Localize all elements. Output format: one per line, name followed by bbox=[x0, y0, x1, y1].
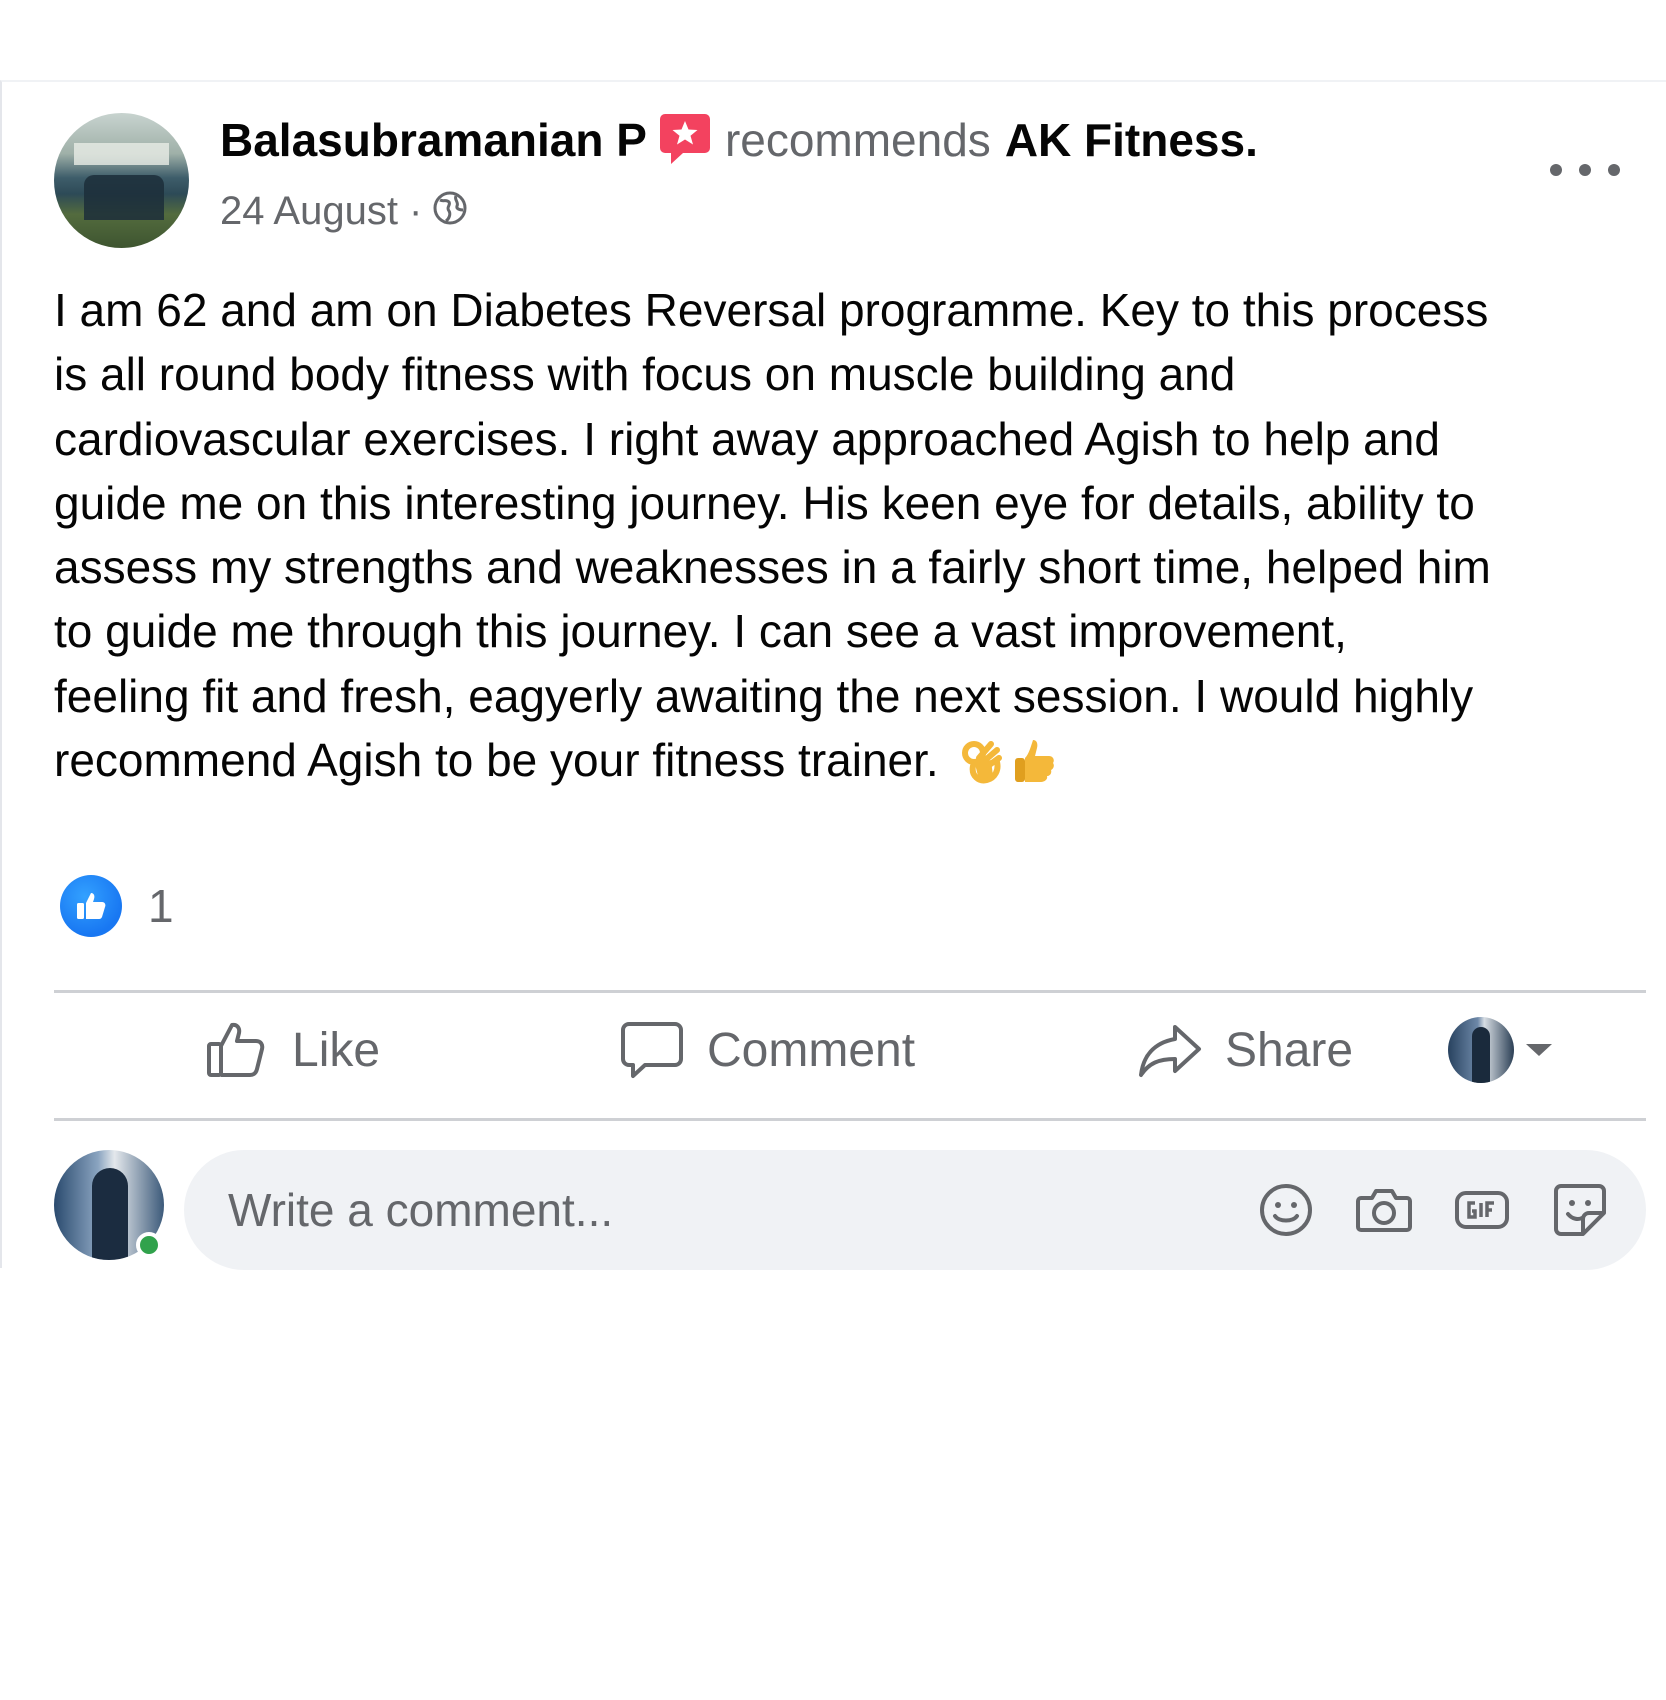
comment-bubble-icon bbox=[621, 1022, 683, 1078]
like-button[interactable]: Like bbox=[204, 1010, 380, 1090]
divider-bottom bbox=[54, 1118, 1646, 1121]
avatar-photo-building bbox=[74, 143, 169, 165]
thumbs-up-outline-icon bbox=[207, 1022, 265, 1077]
globe-icon[interactable] bbox=[432, 190, 468, 236]
recommend-star-icon bbox=[659, 112, 711, 177]
reaction-count: 1 bbox=[148, 880, 174, 932]
thumbs-up-emoji bbox=[1011, 736, 1059, 784]
more-dot bbox=[1579, 164, 1591, 176]
action-bar: Like Comment Share bbox=[54, 1010, 1646, 1090]
post-body: I am 62 and am on Diabetes Reversal prog… bbox=[54, 278, 1654, 792]
share-button[interactable]: Share bbox=[1137, 1010, 1353, 1090]
post-meta: 24 August · bbox=[220, 188, 468, 234]
more-dot bbox=[1608, 164, 1620, 176]
like-label: Like bbox=[292, 1023, 381, 1077]
avatar-figure bbox=[1472, 1027, 1490, 1083]
profile-avatar-small bbox=[1448, 1017, 1514, 1083]
chevron-down-icon bbox=[1526, 1044, 1552, 1056]
ok-hand-emoji bbox=[957, 736, 1005, 784]
post-header: Balasubramanian P recommends AK Fitness. bbox=[220, 112, 1258, 168]
gif-icon[interactable] bbox=[1450, 1178, 1514, 1242]
share-label: Share bbox=[1225, 1023, 1354, 1077]
comment-label: Comment bbox=[707, 1023, 916, 1077]
like-icon bbox=[60, 875, 122, 937]
online-status-dot bbox=[136, 1232, 162, 1258]
comment-button[interactable]: Comment bbox=[619, 1010, 915, 1090]
more-dot bbox=[1550, 164, 1562, 176]
recommends-text: recommends bbox=[724, 114, 991, 166]
emoji-icon[interactable] bbox=[1254, 1178, 1318, 1242]
share-arrow-icon bbox=[1139, 1025, 1201, 1077]
reaction-summary[interactable]: 1 bbox=[60, 875, 174, 937]
commenter-avatar[interactable] bbox=[54, 1150, 164, 1260]
avatar-photo-people bbox=[84, 175, 164, 220]
post-body-text: I am 62 and am on Diabetes Reversal prog… bbox=[54, 284, 1491, 787]
divider-top bbox=[54, 990, 1646, 993]
sticker-icon[interactable] bbox=[1548, 1178, 1612, 1242]
camera-icon[interactable] bbox=[1352, 1178, 1416, 1242]
comment-composer bbox=[184, 1150, 1646, 1270]
audience-selector[interactable] bbox=[1448, 1010, 1552, 1090]
post-date[interactable]: 24 August · bbox=[220, 189, 422, 234]
more-options-icon[interactable] bbox=[1550, 150, 1620, 190]
comment-input[interactable] bbox=[226, 1182, 1254, 1238]
author-name[interactable]: Balasubramanian P bbox=[220, 113, 647, 167]
avatar-figure bbox=[92, 1168, 128, 1260]
author-avatar[interactable] bbox=[54, 113, 189, 248]
page-name-link[interactable]: AK Fitness. bbox=[1005, 113, 1258, 167]
